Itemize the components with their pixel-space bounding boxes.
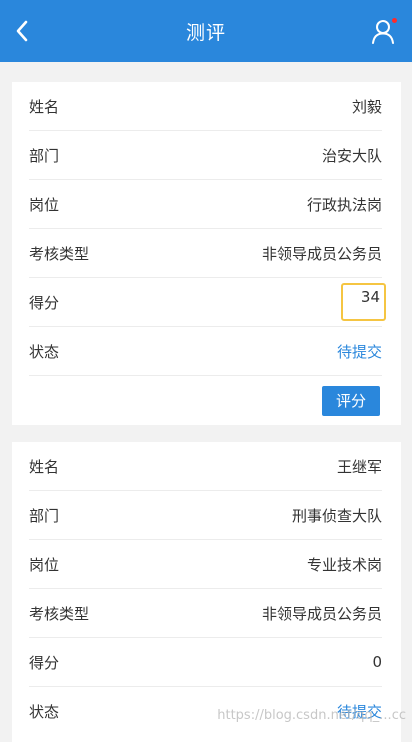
status-value: 待提交: [336, 703, 382, 721]
action-row: 评分: [29, 376, 380, 425]
score-label: 得分: [29, 653, 60, 672]
score-button[interactable]: 评分: [322, 385, 380, 416]
type-row: 考核类型 非领导成员公务员: [29, 229, 382, 278]
post-label: 岗位: [29, 195, 60, 214]
status-value: 待提交: [336, 342, 382, 361]
type-row: 考核类型 非领导成员公务员: [29, 589, 382, 638]
status-label: 状态: [29, 342, 60, 361]
user-button[interactable]: [370, 17, 398, 45]
name-label: 姓名: [29, 97, 60, 116]
type-value: 非领导成员公务员: [261, 604, 382, 623]
top-bar: 测评: [0, 0, 412, 62]
evaluation-card: 姓名 刘毅 部门 治安大队 岗位 行政执法岗 考核类型 非领导成员公务员 得分 …: [12, 82, 401, 425]
post-value: 专业技术岗: [306, 555, 382, 574]
post-value: 行政执法岗: [306, 195, 382, 214]
type-label: 考核类型: [29, 604, 90, 623]
name-row: 姓名 王继军: [29, 442, 382, 491]
score-value: 0: [372, 653, 382, 671]
dept-label: 部门: [29, 146, 60, 165]
evaluation-card: 姓名 王继军 部门 刑事侦查大队 岗位 专业技术岗 考核类型 非领导成员公务员 …: [12, 442, 401, 742]
status-row: 状态 待提交: [29, 327, 382, 376]
dept-row: 部门 治安大队: [29, 131, 382, 180]
page-title: 测评: [185, 21, 226, 44]
status-label: 状态: [29, 703, 60, 721]
post-label: 岗位: [29, 555, 60, 574]
back-button[interactable]: [8, 16, 36, 46]
name-value: 王继军: [336, 457, 382, 476]
score-row: 得分 0: [29, 638, 382, 687]
name-row: 姓名 刘毅: [29, 82, 382, 131]
dept-label: 部门: [29, 506, 60, 525]
dept-value: 刑事侦查大队: [291, 506, 382, 525]
post-row: 岗位 行政执法岗: [29, 180, 382, 229]
dept-row: 部门 刑事侦查大队: [29, 491, 382, 540]
dept-value: 治安大队: [321, 146, 382, 165]
status-row: 状态 待提交: [29, 687, 382, 736]
type-value: 非领导成员公务员: [261, 244, 382, 263]
notification-dot: [392, 18, 397, 23]
score-label: 得分: [29, 293, 60, 312]
score-row: 得分: [29, 278, 386, 327]
name-label: 姓名: [29, 457, 60, 476]
post-row: 岗位 专业技术岗: [29, 540, 382, 589]
score-input[interactable]: [341, 283, 386, 321]
type-label: 考核类型: [29, 244, 90, 263]
chevron-left-icon: [16, 20, 28, 42]
name-value: 刘毅: [351, 97, 382, 116]
